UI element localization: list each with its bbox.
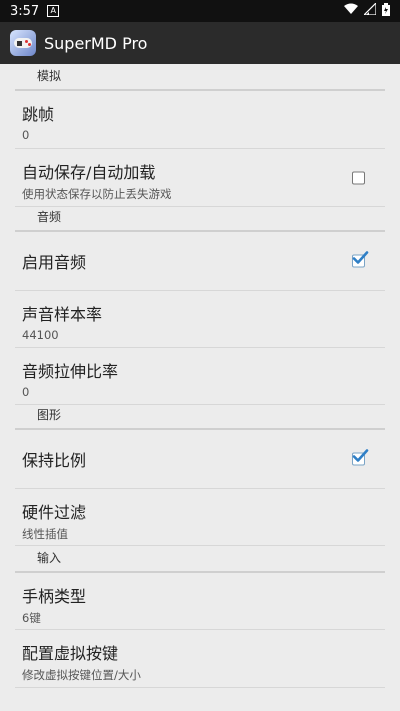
notification-icon: A	[47, 5, 60, 17]
signal-icon	[362, 1, 377, 19]
pref-summary: 使用状态保存以防止丢失游戏	[22, 187, 172, 201]
pref-title: 保持比例	[22, 451, 87, 470]
enable-audio-checkbox[interactable]	[352, 251, 369, 268]
pref-title: 音频拉伸比率	[22, 362, 119, 381]
settings-list: 模拟 跳帧 0 自动保存/自动加载 使用状态保存以防止丢失游戏 音频 启用音频 …	[0, 64, 400, 711]
autosave-checkbox[interactable]	[352, 171, 365, 184]
pref-summary: 修改虚拟按键位置/大小	[22, 668, 141, 682]
wifi-icon	[344, 3, 358, 19]
pref-stretch-ratio[interactable]: 音频拉伸比率 0	[15, 348, 385, 405]
pref-title: 硬件过滤	[22, 503, 87, 522]
section-header-graphics: 图形	[15, 405, 385, 430]
pref-virtual-keys[interactable]: 配置虚拟按键 修改虚拟按键位置/大小	[15, 630, 385, 688]
pref-hardware-filter[interactable]: 硬件过滤 线性插值	[15, 489, 385, 546]
pref-summary: 0	[22, 128, 30, 142]
section-header-simulation: 模拟	[15, 64, 385, 91]
section-header-input: 输入	[15, 546, 385, 573]
pref-title: 跳帧	[22, 105, 55, 124]
pref-title: 手柄类型	[22, 587, 87, 606]
pref-title: 声音样本率	[22, 305, 103, 324]
pref-summary: 0	[22, 385, 30, 399]
pref-summary: 6键	[22, 611, 41, 625]
pref-title: 自动保存/自动加载	[22, 163, 156, 182]
app-title: SuperMD Pro	[44, 33, 148, 53]
keep-ratio-checkbox[interactable]	[352, 449, 369, 466]
gamepad-icon[interactable]	[10, 30, 36, 56]
battery-icon	[382, 2, 390, 20]
section-header-audio: 音频	[15, 207, 385, 232]
pref-gamepad-type[interactable]: 手柄类型 6键	[15, 573, 385, 630]
pref-title: 启用音频	[22, 253, 87, 272]
pref-enable-audio[interactable]: 启用音频	[15, 232, 385, 291]
pref-summary: 44100	[22, 328, 59, 342]
pref-sample-rate[interactable]: 声音样本率 44100	[15, 291, 385, 348]
pref-title: 配置虚拟按键	[22, 644, 119, 663]
status-bar: 3:57 A	[0, 0, 400, 22]
app-bar: SuperMD Pro	[0, 22, 400, 64]
pref-keep-ratio[interactable]: 保持比例	[15, 430, 385, 489]
pref-summary: 线性插值	[22, 527, 68, 541]
status-time: 3:57	[10, 3, 40, 19]
pref-autosave[interactable]: 自动保存/自动加载 使用状态保存以防止丢失游戏	[15, 149, 385, 207]
pref-frameskip[interactable]: 跳帧 0	[15, 91, 385, 149]
